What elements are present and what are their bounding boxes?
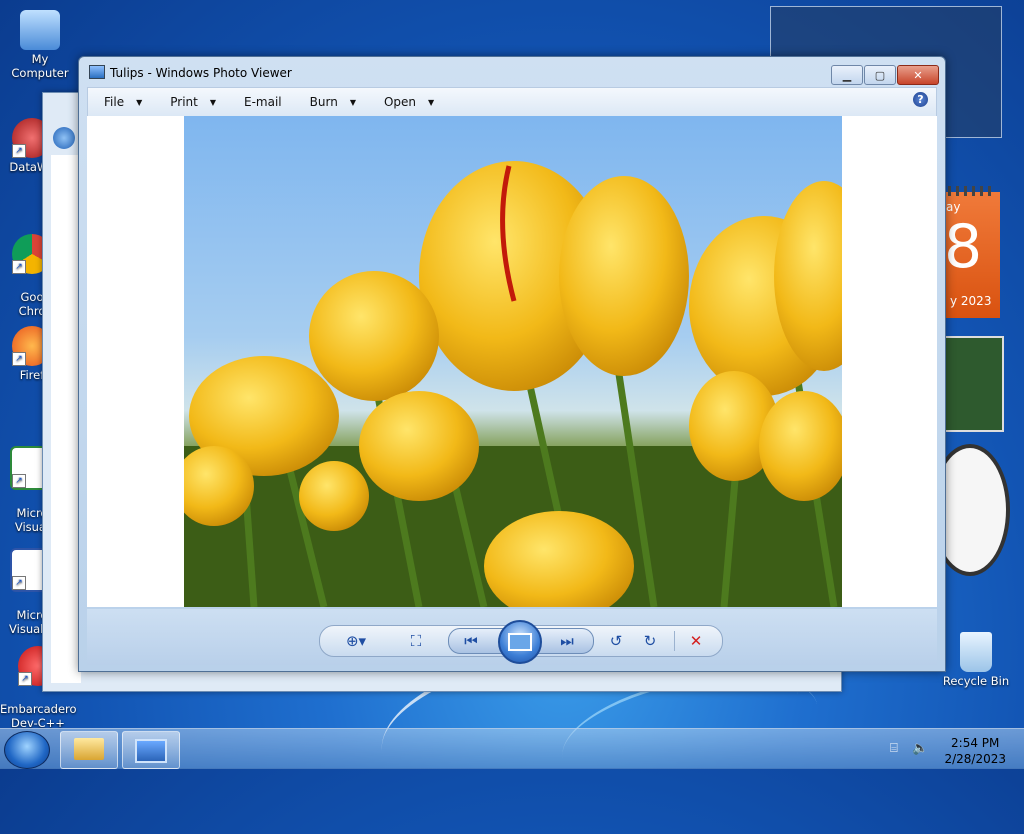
- control-bar: ⊕▾ ⛶ ⏮ ⏭ ↺ ↻ ✕: [87, 609, 937, 665]
- back-arrow-icon[interactable]: [53, 127, 75, 149]
- tulips-photo: [184, 116, 842, 607]
- taskbar-photo-viewer-button[interactable]: [122, 731, 180, 769]
- menu-bar: File ▼ Print ▼ E-mail Burn ▼ Open ▼ ?: [87, 87, 937, 117]
- menu-email[interactable]: E-mail: [228, 95, 294, 109]
- desktop-icon-label: My Computer: [11, 52, 69, 80]
- minimize-button[interactable]: ▁: [831, 65, 863, 85]
- menu-print[interactable]: Print ▼: [154, 95, 228, 109]
- menu-label: Print: [170, 95, 198, 109]
- shortcut-arrow-icon: ↗: [12, 474, 26, 488]
- taskbar: ⌸ 🔈 2:54 PM 2/28/2023: [0, 728, 1024, 769]
- rotate-clockwise-icon[interactable]: ↻: [638, 630, 662, 652]
- volume-icon[interactable]: 🔈: [912, 741, 928, 757]
- calendar-month-year: y 2023: [950, 294, 992, 308]
- menu-burn[interactable]: Burn ▼: [294, 95, 368, 109]
- zoom-icon[interactable]: ⊕▾: [344, 630, 368, 652]
- calendar-gadget[interactable]: ay 8 y 2023: [944, 186, 1000, 318]
- photo-viewer-window[interactable]: Tulips - Windows Photo Viewer ▁ ▢ ✕ File…: [78, 56, 946, 672]
- delete-icon[interactable]: ✕: [684, 630, 708, 652]
- folder-icon: [74, 738, 104, 760]
- help-icon[interactable]: ?: [913, 92, 928, 107]
- taskbar-clock[interactable]: 2:54 PM 2/28/2023: [944, 735, 1006, 767]
- chevron-down-icon: ▼: [349, 97, 356, 107]
- start-button[interactable]: [4, 731, 50, 769]
- menu-file[interactable]: File ▼: [88, 95, 154, 109]
- menu-label: Open: [383, 95, 417, 109]
- play-slideshow-button[interactable]: [498, 620, 542, 664]
- photo-viewer-taskbar-icon: [135, 739, 167, 763]
- network-icon[interactable]: ⌸: [890, 741, 906, 757]
- photo-viewer-app-icon: [89, 65, 105, 79]
- menu-open[interactable]: Open ▼: [368, 95, 446, 109]
- explorer-nav-pane: [51, 155, 81, 683]
- window-title: Tulips - Windows Photo Viewer: [110, 66, 292, 80]
- clock-time: 2:54 PM: [951, 736, 1000, 750]
- image-viewport[interactable]: [87, 116, 937, 607]
- chevron-down-icon: ▼: [428, 97, 435, 107]
- shortcut-arrow-icon: ↗: [12, 260, 26, 274]
- system-tray: ⌸ 🔈 2:54 PM 2/28/2023: [890, 731, 1020, 767]
- rotate-counterclockwise-icon[interactable]: ↺: [604, 630, 628, 652]
- shortcut-arrow-icon: ↗: [18, 672, 32, 686]
- caption-buttons: ▁ ▢ ✕: [831, 65, 939, 85]
- taskbar-explorer-button[interactable]: [60, 731, 118, 769]
- desktop-icon-label: Recycle Bin: [942, 674, 1010, 688]
- tulips-illustration: [184, 161, 842, 607]
- clock-date: 2/28/2023: [944, 752, 1006, 766]
- shortcut-arrow-icon: ↗: [12, 144, 26, 158]
- computer-icon: [20, 10, 60, 50]
- next-icon[interactable]: ⏭: [555, 630, 579, 652]
- recycle-bin-icon: [960, 632, 992, 672]
- calendar-rings: [948, 186, 996, 196]
- previous-icon[interactable]: ⏮: [459, 630, 483, 652]
- window-title-bar: Tulips - Windows Photo Viewer: [89, 65, 292, 80]
- menu-label: File: [104, 95, 125, 109]
- chevron-down-icon: ▼: [136, 97, 143, 107]
- maximize-button[interactable]: ▢: [864, 65, 896, 85]
- actual-size-icon[interactable]: ⛶: [404, 630, 428, 652]
- menu-label: E-mail: [244, 95, 282, 109]
- desktop-icon-recycle-bin[interactable]: Recycle Bin: [938, 632, 1014, 688]
- control-separator: [674, 631, 675, 651]
- slideshow-gadget[interactable]: [944, 336, 1004, 432]
- desktop-icon-label: Embarcadero Dev-C++: [0, 702, 77, 730]
- desktop-icon-my-computer[interactable]: My Computer: [2, 10, 78, 80]
- shortcut-arrow-icon: ↗: [12, 352, 26, 366]
- calendar-day: 8: [944, 212, 983, 282]
- control-pill: ⊕▾ ⛶ ⏮ ⏭ ↺ ↻ ✕: [319, 620, 723, 664]
- close-button[interactable]: ✕: [897, 65, 939, 85]
- chevron-down-icon: ▼: [209, 97, 217, 107]
- slideshow-icon: [508, 633, 532, 651]
- shortcut-arrow-icon: ↗: [12, 576, 26, 590]
- menu-label: Burn: [309, 95, 338, 109]
